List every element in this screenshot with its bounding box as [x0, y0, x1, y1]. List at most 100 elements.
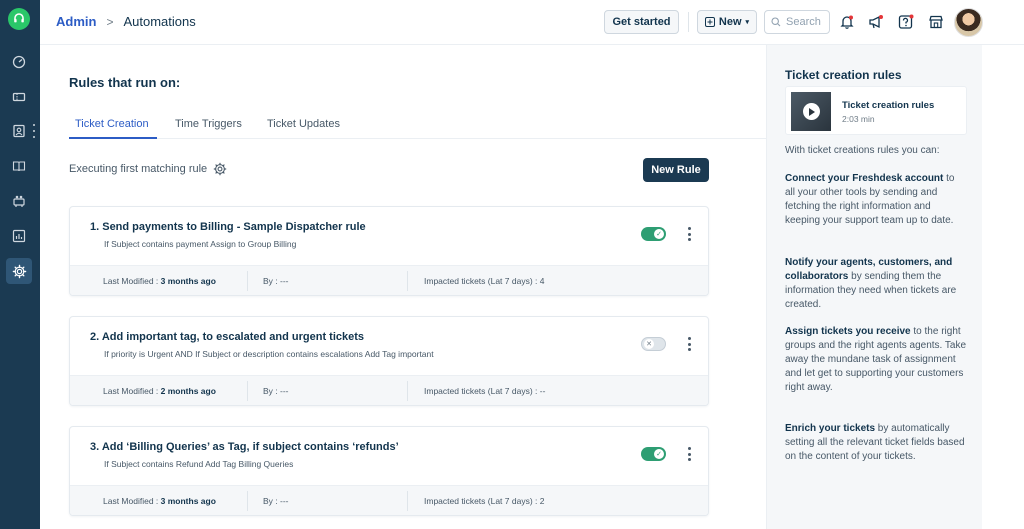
top-header: Admin > Automations Get started New ▾ Se…	[40, 0, 1024, 45]
last-modified-label: Last Modified :	[103, 496, 161, 506]
main-content: Rules that run on: Ticket Creation Time …	[40, 45, 766, 529]
rule-enabled-toggle[interactable]: ✕	[641, 337, 666, 351]
more-dots-icon[interactable]	[33, 124, 35, 138]
execution-mode: Executing first matching rule	[69, 162, 227, 176]
last-modified-label: Last Modified :	[103, 386, 161, 396]
video-card[interactable]: Ticket creation rules 2:03 min	[785, 86, 967, 135]
rule-title[interactable]: 1. Send payments to Billing - Sample Dis…	[90, 221, 366, 233]
last-modified-value: 3 months ago	[160, 276, 216, 286]
header-divider	[688, 12, 689, 32]
marketplace-store-icon[interactable]	[925, 11, 947, 33]
modified-by: By : ---	[263, 496, 289, 506]
last-modified: Last Modified : 2 months ago	[103, 386, 216, 396]
notification-bell-icon[interactable]	[836, 11, 858, 33]
chevron-down-icon: ▾	[745, 19, 750, 26]
search-icon	[771, 17, 781, 27]
new-button[interactable]: New ▾	[697, 10, 757, 34]
impacted-tickets: Impacted tickets (Lat 7 days) : 4	[424, 276, 544, 286]
help-question-icon[interactable]	[895, 11, 917, 33]
solutions-book-icon[interactable]	[8, 155, 30, 177]
last-modified: Last Modified : 3 months ago	[103, 496, 216, 506]
search-input[interactable]: Search	[764, 10, 830, 34]
impacted-value: --	[539, 386, 546, 396]
admin-gear-icon[interactable]	[6, 258, 32, 284]
rule-description: If priority is Urgent AND If Subject or …	[104, 349, 434, 359]
help-paragraph: Connect your Freshdesk account to all yo…	[785, 172, 967, 228]
modified-by: By : ---	[263, 386, 289, 396]
meta-divider	[407, 381, 408, 401]
rule-title[interactable]: 3. Add ‘Billing Queries’ as Tag, if subj…	[90, 441, 399, 453]
rule-meta: Last Modified : 3 months ago By : --- Im…	[70, 485, 708, 515]
help-panel-title: Ticket creation rules	[785, 68, 902, 82]
rule-meta: Last Modified : 3 months ago By : --- Im…	[70, 265, 708, 295]
sidebar	[0, 0, 40, 529]
impacted-label: Impacted tickets (Lat 7 days) :	[424, 496, 540, 506]
reports-icon[interactable]	[8, 225, 30, 247]
plus-box-icon	[704, 17, 715, 27]
help-paragraph-heading: Connect your Freshdesk account	[785, 173, 944, 184]
check-icon: ✓	[654, 449, 664, 459]
impacted-label: Impacted tickets (Lat 7 days) :	[424, 386, 540, 396]
close-icon: ✕	[644, 339, 654, 349]
impacted-tickets: Impacted tickets (Lat 7 days) : --	[424, 386, 545, 396]
new-rule-button[interactable]: New Rule	[643, 158, 709, 182]
tab-ticket-updates[interactable]: Ticket Updates	[267, 118, 340, 130]
meta-divider	[247, 491, 248, 511]
by-label: By :	[263, 496, 281, 506]
rule-meta: Last Modified : 2 months ago By : --- Im…	[70, 375, 708, 405]
video-title[interactable]: Ticket creation rules	[842, 100, 934, 111]
user-avatar[interactable]	[954, 8, 983, 37]
help-intro: With ticket creations rules you can:	[785, 145, 940, 156]
help-paragraph: Enrich your tickets by automatically set…	[785, 422, 967, 464]
rule-description: If Subject contains Refund Add Tag Billi…	[104, 459, 294, 469]
freshdesk-logo-icon[interactable]	[8, 8, 30, 30]
rule-card[interactable]: 1. Send payments to Billing - Sample Dis…	[69, 206, 709, 296]
last-modified-label: Last Modified :	[103, 276, 161, 286]
rule-card[interactable]: 3. Add ‘Billing Queries’ as Tag, if subj…	[69, 426, 709, 516]
impacted-value: 2	[539, 496, 545, 506]
by-value: ---	[280, 496, 289, 506]
meta-divider	[247, 381, 248, 401]
rule-title[interactable]: 2. Add important tag, to escalated and u…	[90, 331, 364, 343]
last-modified-value: 3 months ago	[160, 496, 216, 506]
execution-mode-label: Executing first matching rule	[69, 163, 208, 175]
announcement-megaphone-icon[interactable]	[865, 11, 887, 33]
groups-icon[interactable]	[8, 190, 30, 212]
rule-type-tabs: Ticket Creation Time Triggers Ticket Upd…	[69, 108, 766, 139]
more-options-icon[interactable]	[685, 227, 693, 241]
rule-card[interactable]: 2. Add important tag, to escalated and u…	[69, 316, 709, 406]
meta-divider	[407, 491, 408, 511]
tickets-icon[interactable]	[8, 86, 30, 108]
tab-ticket-creation[interactable]: Ticket Creation	[75, 118, 149, 130]
help-paragraph-heading: Enrich your tickets	[785, 423, 876, 434]
by-value: ---	[280, 386, 289, 396]
breadcrumb-admin-link[interactable]: Admin	[56, 14, 96, 29]
last-modified-value: 2 months ago	[160, 386, 216, 396]
dashboard-icon[interactable]	[8, 51, 30, 73]
modified-by: By : ---	[263, 276, 289, 286]
meta-divider	[247, 271, 248, 291]
last-modified: Last Modified : 3 months ago	[103, 276, 216, 286]
rule-description: If Subject contains payment Assign to Gr…	[104, 239, 297, 249]
section-title: Rules that run on:	[69, 75, 181, 90]
rule-enabled-toggle[interactable]: ✓	[641, 447, 666, 461]
help-paragraph-heading: Assign tickets you receive	[785, 326, 911, 337]
video-thumbnail[interactable]	[791, 92, 831, 131]
new-button-label: New	[718, 16, 742, 28]
meta-divider	[407, 271, 408, 291]
tab-time-triggers[interactable]: Time Triggers	[175, 118, 242, 130]
rule-enabled-toggle[interactable]: ✓	[641, 227, 666, 241]
contacts-icon[interactable]	[8, 120, 30, 142]
settings-gear-icon[interactable]	[213, 162, 227, 176]
search-placeholder: Search	[786, 16, 821, 28]
by-value: ---	[280, 276, 289, 286]
more-options-icon[interactable]	[685, 337, 693, 351]
help-paragraph: Notify your agents, customers, and colla…	[785, 256, 967, 312]
get-started-button[interactable]: Get started	[604, 10, 679, 34]
page-title: Automations	[123, 14, 196, 29]
video-duration: 2:03 min	[842, 114, 875, 124]
breadcrumb: Admin > Automations	[56, 14, 196, 29]
more-options-icon[interactable]	[685, 447, 693, 461]
play-icon[interactable]	[802, 103, 820, 120]
impacted-value: 4	[539, 276, 545, 286]
